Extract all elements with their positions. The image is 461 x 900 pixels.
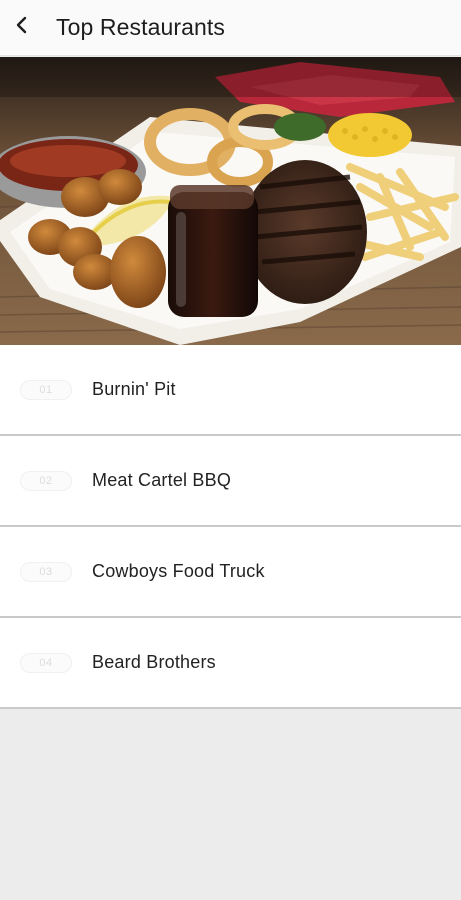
- restaurant-name: Beard Brothers: [92, 652, 216, 672]
- restaurant-name: Cowboys Food Truck: [92, 561, 265, 581]
- rank-badge: 02: [20, 470, 72, 491]
- list-item[interactable]: 02 Meat Cartel BBQ: [0, 436, 461, 527]
- app-screen: Top Restaurants 01 Burnin' Pit 02 Meat C…: [0, 0, 461, 900]
- list-item[interactable]: 04 Beard Brothers: [0, 618, 461, 709]
- rank-badge: 04: [20, 652, 72, 673]
- app-bar: Top Restaurants: [0, 0, 461, 56]
- list-item[interactable]: 03 Cowboys Food Truck: [0, 527, 461, 618]
- restaurant-name: Burnin' Pit: [92, 379, 176, 399]
- restaurant-name: Meat Cartel BBQ: [92, 470, 232, 490]
- rank-badge: 03: [20, 561, 72, 582]
- back-button[interactable]: [2, 0, 42, 56]
- hero-food-image: [0, 57, 461, 345]
- restaurant-list: 01 Burnin' Pit 02 Meat Cartel BBQ 03 Cow…: [0, 345, 461, 709]
- page-title: Top Restaurants: [56, 14, 225, 40]
- chevron-left-icon: [11, 14, 33, 41]
- list-item[interactable]: 01 Burnin' Pit: [0, 345, 461, 436]
- rank-badge: 01: [20, 379, 72, 400]
